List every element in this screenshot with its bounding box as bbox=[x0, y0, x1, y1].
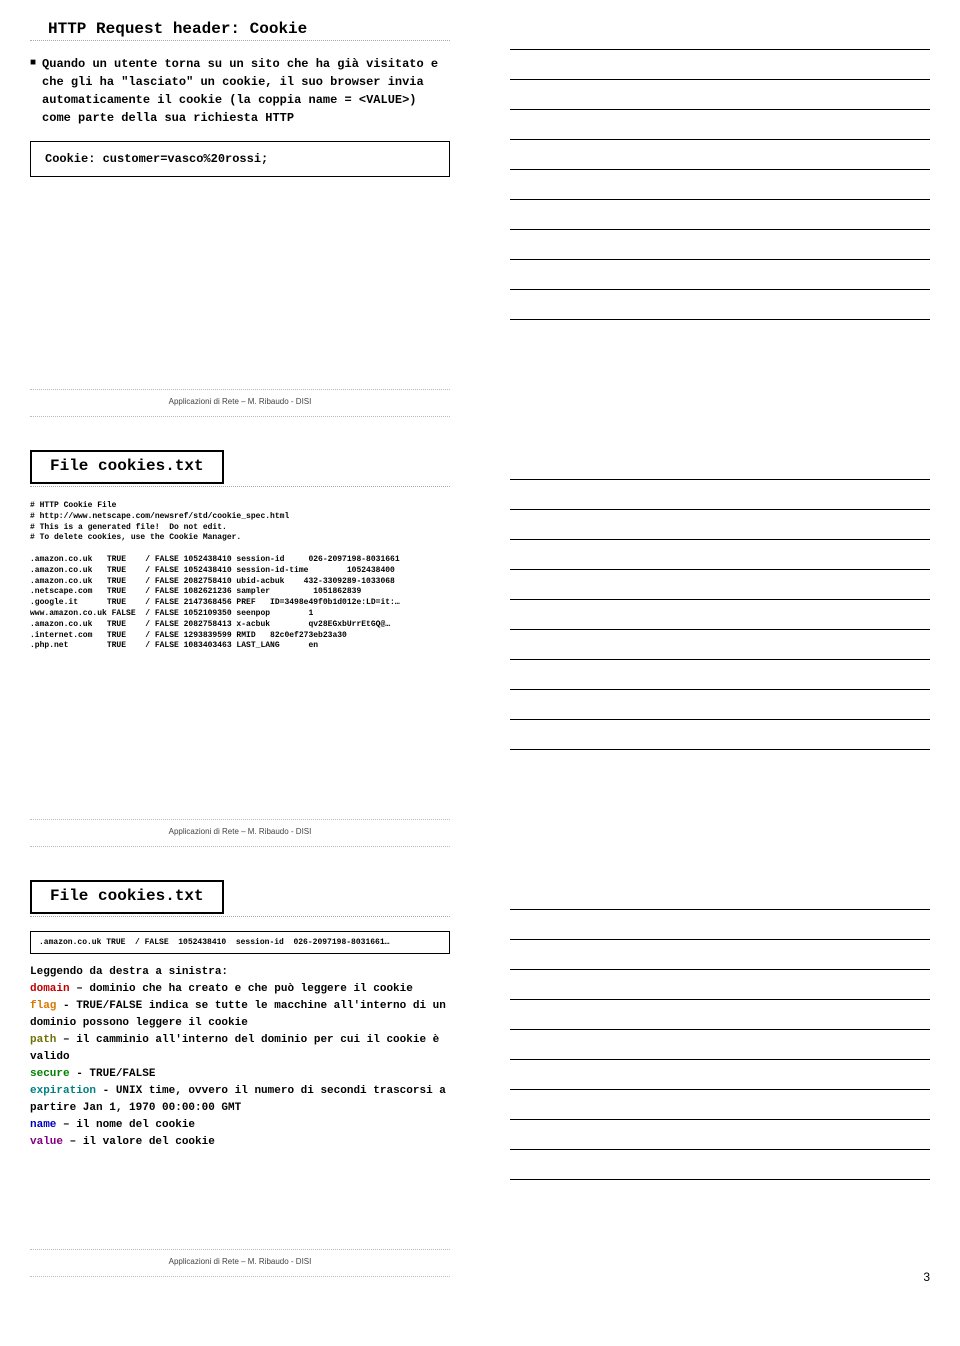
legend-text: – il valore del cookie bbox=[63, 1136, 215, 1148]
note-line bbox=[510, 690, 930, 720]
slide-1: HTTP Request header: Cookie ■ Quando un … bbox=[0, 0, 480, 430]
legend-key: path bbox=[30, 1034, 56, 1046]
legend-text: - TRUE/FALSE bbox=[70, 1068, 156, 1080]
note-line bbox=[510, 140, 930, 170]
note-line bbox=[510, 660, 930, 690]
slide-2: File cookies.txt # HTTP Cookie File # ht… bbox=[0, 430, 480, 860]
legend-row: flag - TRUE/FALSE indica se tutte le mac… bbox=[30, 998, 450, 1032]
note-line bbox=[510, 600, 930, 630]
notes-col-2 bbox=[480, 430, 960, 860]
slide-row-1: HTTP Request header: Cookie ■ Quando un … bbox=[0, 0, 960, 430]
bullet-text: Quando un utente torna su un sito che ha… bbox=[42, 55, 450, 127]
slide-3: File cookies.txt .amazon.co.uk TRUE / FA… bbox=[0, 860, 480, 1290]
notes-col-1 bbox=[480, 0, 960, 430]
title-divider bbox=[30, 486, 450, 487]
note-line bbox=[510, 1030, 930, 1060]
note-line bbox=[510, 720, 930, 750]
title-divider bbox=[30, 916, 450, 917]
legend-key: secure bbox=[30, 1068, 70, 1080]
note-line bbox=[510, 50, 930, 80]
legend-row: domain – dominio che ha creato e che può… bbox=[30, 981, 450, 998]
legend-text: - TRUE/FALSE indica se tutte le macchine… bbox=[30, 1000, 446, 1029]
cookie-file-content: # HTTP Cookie File # http://www.netscape… bbox=[30, 501, 450, 652]
note-line bbox=[510, 630, 930, 660]
slide-title-container: File cookies.txt bbox=[30, 450, 450, 484]
note-line bbox=[510, 970, 930, 1000]
note-line bbox=[510, 1120, 930, 1150]
note-line bbox=[510, 1090, 930, 1120]
note-line bbox=[510, 1060, 930, 1090]
footer-divider-b bbox=[30, 846, 450, 847]
note-line bbox=[510, 110, 930, 140]
note-line bbox=[510, 910, 930, 940]
slide-footer: Applicazioni di Rete – M. Ribaudo - DISI bbox=[30, 1253, 450, 1276]
footer-divider-b bbox=[30, 1276, 450, 1277]
title-divider bbox=[30, 40, 450, 41]
slide-title: HTTP Request header: Cookie bbox=[30, 20, 307, 38]
slide-title: File cookies.txt bbox=[50, 887, 204, 905]
note-line bbox=[510, 570, 930, 600]
footer-divider-a bbox=[30, 819, 450, 820]
legend-row: value – il valore del cookie bbox=[30, 1134, 450, 1151]
slide-row-3: File cookies.txt .amazon.co.uk TRUE / FA… bbox=[0, 860, 960, 1290]
code-box: Cookie: customer=vasco%20rossi; bbox=[30, 141, 450, 177]
legend-key: flag bbox=[30, 1000, 56, 1012]
note-line bbox=[510, 1150, 930, 1180]
slide-footer: Applicazioni di Rete – M. Ribaudo - DISI bbox=[30, 393, 450, 416]
note-line bbox=[510, 200, 930, 230]
note-line bbox=[510, 1000, 930, 1030]
code-line-box: .amazon.co.uk TRUE / FALSE 1052438410 se… bbox=[30, 931, 450, 954]
note-line bbox=[510, 20, 930, 50]
legend-text: – dominio che ha creato e che può legger… bbox=[70, 983, 413, 995]
legend-key: name bbox=[30, 1119, 56, 1131]
legend-text: – il nome del cookie bbox=[56, 1119, 195, 1131]
note-line bbox=[510, 450, 930, 480]
legend-text: – il camminio all'interno del dominio pe… bbox=[30, 1034, 439, 1063]
legend-row: expiration - UNIX time, ovvero il numero… bbox=[30, 1083, 450, 1117]
note-line bbox=[510, 540, 930, 570]
note-line bbox=[510, 940, 930, 970]
slide-title-container: File cookies.txt bbox=[30, 880, 450, 914]
slide-row-2: File cookies.txt # HTTP Cookie File # ht… bbox=[0, 430, 960, 860]
note-line bbox=[510, 510, 930, 540]
note-line bbox=[510, 170, 930, 200]
legend-key: expiration bbox=[30, 1085, 96, 1097]
legend-key: value bbox=[30, 1136, 63, 1148]
slide-footer: Applicazioni di Rete – M. Ribaudo - DISI bbox=[30, 823, 450, 846]
note-line bbox=[510, 260, 930, 290]
slide-title: File cookies.txt bbox=[50, 457, 204, 475]
note-line bbox=[510, 230, 930, 260]
bullet-icon: ■ bbox=[30, 55, 36, 127]
legend-row: path – il camminio all'interno del domin… bbox=[30, 1032, 450, 1066]
note-line bbox=[510, 480, 930, 510]
slide-title-container: HTTP Request header: Cookie bbox=[30, 20, 450, 38]
footer-divider-b bbox=[30, 416, 450, 417]
legend-intro: Leggendo da destra a sinistra: bbox=[30, 964, 450, 981]
legend-row: name – il nome del cookie bbox=[30, 1117, 450, 1134]
legend-row: secure - TRUE/FALSE bbox=[30, 1066, 450, 1083]
notes-col-3 bbox=[480, 860, 960, 1290]
footer-divider-a bbox=[30, 1249, 450, 1250]
note-line bbox=[510, 880, 930, 910]
bullet-item: ■ Quando un utente torna su un sito che … bbox=[30, 55, 450, 127]
note-line bbox=[510, 290, 930, 320]
footer-divider-a bbox=[30, 389, 450, 390]
note-line bbox=[510, 80, 930, 110]
legend-block: Leggendo da destra a sinistra: domain – … bbox=[30, 964, 450, 1152]
legend-key: domain bbox=[30, 983, 70, 995]
page-number: 3 bbox=[923, 1270, 930, 1284]
